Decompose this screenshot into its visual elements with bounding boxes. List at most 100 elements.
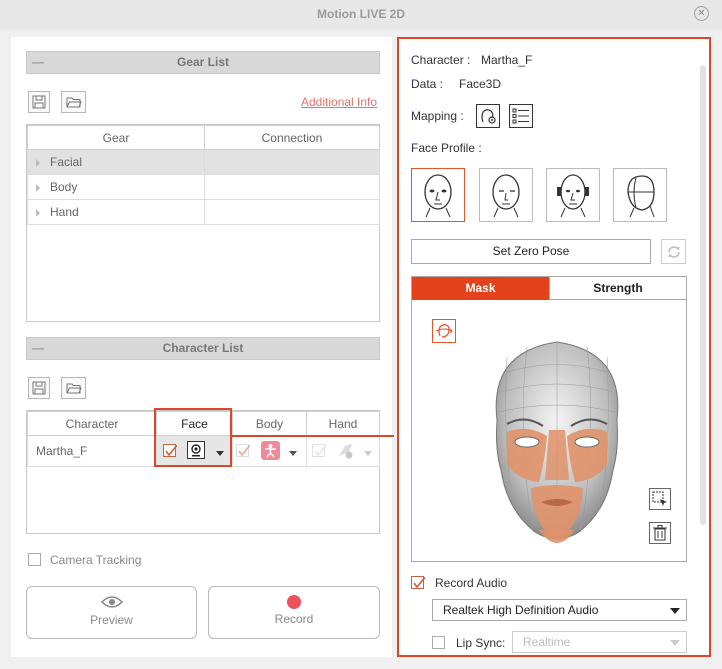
face-profile-label: Face Profile : (411, 141, 482, 155)
right-panel: Character : Martha_F Data : Face3D Mappi… (397, 37, 711, 657)
head-rotate-icon (435, 324, 453, 338)
set-zero-pose-button[interactable]: Set Zero Pose (411, 239, 651, 264)
face-three-quarter-icon (492, 174, 520, 218)
open-gear-button[interactable] (61, 91, 86, 113)
select-cursor-icon (652, 491, 667, 506)
hand-cell (306, 435, 380, 467)
reset-pose-button[interactable] (661, 239, 686, 264)
table-row[interactable]: Hand (27, 199, 380, 225)
mapping-list-button[interactable] (509, 104, 533, 128)
face-profile-icon (627, 175, 655, 218)
delete-mask-button[interactable] (649, 522, 671, 544)
face-profile-side-button[interactable] (613, 168, 667, 222)
preview-label: Preview (90, 613, 133, 627)
select-region-button[interactable] (649, 488, 671, 510)
mapping-label: Mapping : (411, 109, 464, 123)
face-profile-side-left-button[interactable] (479, 168, 533, 222)
eye-icon (100, 596, 123, 608)
record-label: Record (274, 612, 314, 626)
table-row[interactable]: Facial (27, 149, 380, 175)
mask-tool-button[interactable] (432, 319, 456, 343)
record-audio-label: Record Audio (435, 576, 508, 590)
character-list-header[interactable]: — Character List (26, 337, 380, 360)
gear-name: Facial (50, 155, 83, 169)
gear-list-title: Gear List (176, 55, 230, 69)
record-button[interactable]: Record (208, 586, 380, 639)
gear-table: Gear Connection Facial Body Hand (27, 125, 380, 225)
hand-dropdown-icon[interactable] (364, 451, 372, 456)
record-audio-checkbox[interactable] (411, 575, 427, 589)
lip-sync-label: Lip Sync: (456, 636, 506, 650)
list-icon (512, 108, 529, 124)
checkmark-icon (413, 575, 427, 589)
gear-connection (204, 174, 380, 200)
body-column-header[interactable]: Body (232, 411, 307, 436)
hand-device-icon[interactable] (337, 442, 357, 460)
gear-name: Hand (50, 205, 79, 219)
expand-icon[interactable] (36, 183, 40, 192)
character-name: Martha_F (27, 435, 157, 467)
refresh-icon (667, 245, 680, 258)
face-mask-preview (495, 341, 619, 543)
save-gear-button[interactable] (28, 91, 50, 113)
gear-list-header[interactable]: — Gear List (26, 51, 380, 74)
face-headset-icon (557, 174, 589, 218)
window-title: Motion LIVE 2D (317, 7, 405, 21)
character-label: Character : (411, 53, 471, 67)
lip-sync-value: Realtime (523, 635, 571, 649)
open-character-button[interactable] (61, 377, 86, 399)
expand-icon[interactable] (36, 158, 40, 167)
lip-sync-select[interactable]: Realtime (512, 631, 687, 653)
hand-enable-checkbox[interactable] (312, 443, 328, 457)
character-value: Martha_F (481, 53, 533, 67)
connection-column-header[interactable]: Connection (204, 125, 380, 150)
expand-icon[interactable] (36, 208, 40, 217)
gear-connection (204, 149, 380, 175)
body-cell (232, 435, 307, 467)
gear-table-container: Gear Connection Facial Body Hand (26, 124, 380, 322)
hand-column-header[interactable]: Hand (306, 411, 380, 436)
mapping-face-button[interactable] (476, 104, 500, 128)
additional-info-link[interactable]: Additional Info (301, 95, 377, 109)
left-panel: — Gear List Additional Info Gear Connect… (11, 37, 394, 657)
folder-icon (66, 383, 82, 394)
face-highlight-frame (154, 408, 232, 467)
save-icon (32, 381, 46, 395)
gear-connection (204, 199, 380, 225)
body-device-icon[interactable] (261, 441, 280, 460)
collapse-icon[interactable]: — (32, 338, 44, 359)
mask-panel: Mask Strength (411, 276, 687, 562)
chevron-down-icon (670, 640, 680, 646)
tab-mask[interactable]: Mask (412, 277, 549, 300)
save-character-button[interactable] (28, 377, 50, 399)
face-settings-icon (481, 109, 496, 124)
character-column-header[interactable]: Character (27, 411, 157, 436)
audio-device-value: Realtek High Definition Audio (443, 603, 599, 617)
data-label: Data : (411, 77, 444, 91)
checkmark-icon (314, 443, 328, 457)
collapse-icon[interactable]: — (32, 52, 44, 73)
save-icon (32, 95, 46, 109)
tab-strength[interactable]: Strength (549, 277, 686, 300)
face-profile-headphone-button[interactable] (546, 168, 600, 222)
face-profile-front-button[interactable] (411, 168, 465, 222)
body-dropdown-icon[interactable] (289, 451, 297, 456)
data-value: Face3D (459, 77, 502, 91)
lip-sync-checkbox[interactable] (432, 636, 445, 649)
camera-tracking-label: Camera Tracking (50, 553, 142, 567)
folder-icon (66, 97, 82, 108)
audio-device-select[interactable]: Realtek High Definition Audio (432, 599, 687, 621)
preview-button[interactable]: Preview (26, 586, 197, 639)
body-enable-checkbox[interactable] (236, 443, 252, 457)
character-list-title: Character List (162, 341, 244, 355)
chevron-down-icon (670, 608, 680, 614)
close-icon[interactable]: ✕ (694, 6, 709, 21)
connector-line (232, 435, 394, 437)
gear-column-header[interactable]: Gear (27, 125, 205, 150)
scrollbar[interactable] (700, 65, 706, 525)
record-dot-icon (287, 595, 301, 609)
trash-icon (653, 525, 667, 541)
table-row[interactable]: Body (27, 174, 380, 200)
camera-tracking-checkbox[interactable] (28, 553, 41, 566)
gear-name: Body (50, 180, 78, 194)
